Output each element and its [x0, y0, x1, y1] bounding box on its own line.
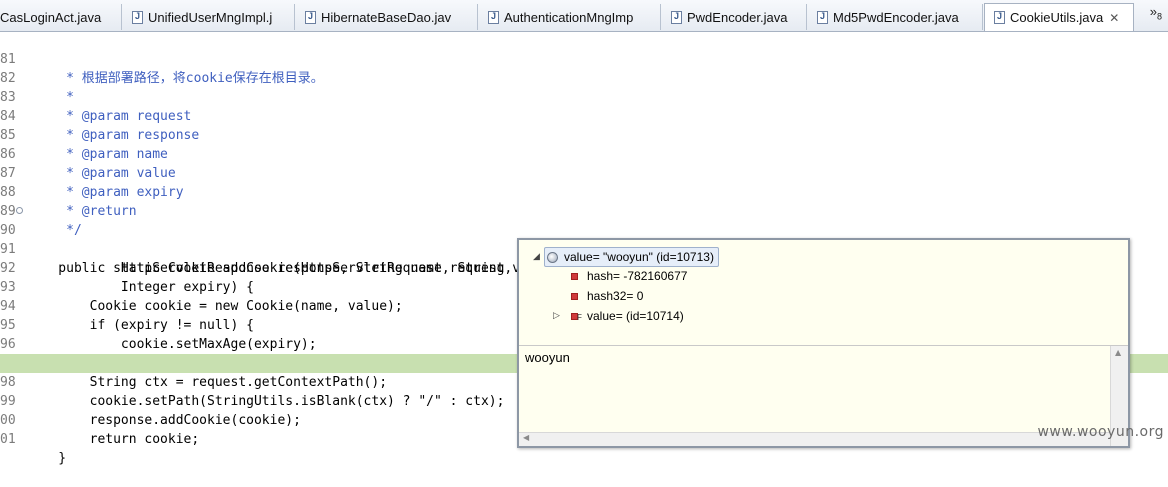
java-file-icon	[994, 11, 1005, 24]
watermark: www.wooyun.org	[1037, 424, 1164, 440]
scroll-up-arrow-icon[interactable]: ▲	[1115, 348, 1121, 357]
java-file-icon	[671, 10, 682, 24]
line-number: 01	[0, 432, 16, 447]
code-line: 85 * @param name	[0, 107, 1168, 162]
tab-label: PwdEncoder.java	[687, 9, 788, 25]
code-line: 84 * @param response	[0, 88, 1168, 143]
tab-label: CasLoginAct.java	[0, 9, 102, 25]
java-file-icon	[488, 10, 499, 24]
fold-toggle-icon[interactable]	[16, 207, 23, 214]
java-file-icon	[305, 10, 316, 24]
java-file-icon	[817, 10, 828, 24]
detail-horizontal-scrollbar[interactable]: ◀	[519, 432, 1110, 446]
code-line: 82 *	[0, 50, 1168, 105]
expand-triangle-icon[interactable]: ▷	[553, 311, 560, 321]
tab-label: HibernateBaseDao.jav	[321, 9, 452, 25]
tab-label: AuthenticationMngImp	[504, 9, 634, 25]
scroll-left-arrow-icon[interactable]: ◀	[523, 433, 529, 442]
tab-label: Md5PwdEncoder.java	[833, 9, 959, 25]
debug-variable-popup[interactable]: ◢ value= "wooyun" (id=10713) hash= -7821…	[517, 238, 1130, 448]
variable-field-value[interactable]: F value= (id=10714)	[571, 307, 684, 325]
tab-unifiedusermngimpl[interactable]: UnifiedUserMngImpl.j	[123, 4, 295, 30]
code-line: 89 */	[0, 183, 1168, 238]
close-icon[interactable]: ✕	[1109, 11, 1119, 25]
code-text: }	[27, 451, 67, 466]
code-line: 86 * @param value	[0, 126, 1168, 181]
tab-label: CookieUtils.java	[1010, 10, 1104, 25]
variable-label: hash32= 0	[587, 289, 644, 303]
variable-root-value[interactable]: value= "wooyun" (id=10713)	[544, 247, 719, 267]
variable-label: hash= -782160677	[587, 269, 688, 283]
private-field-icon	[571, 292, 578, 300]
tab-casloginact[interactable]: CasLoginAct.java	[0, 4, 122, 30]
code-line: 88 * @return	[0, 164, 1168, 219]
tab-overflow-button[interactable]: »8	[1150, 4, 1162, 22]
tab-authenticationmngimp[interactable]: AuthenticationMngImp	[479, 4, 661, 30]
variable-field-hash32[interactable]: hash32= 0	[571, 287, 643, 305]
code-line: 87 * @param expiry	[0, 145, 1168, 200]
code-line: 90 public static Cookie addCookie(HttpSe…	[0, 202, 1168, 276]
tab-md5pwdencoder[interactable]: Md5PwdEncoder.java	[808, 4, 983, 30]
code-line: 81 * 根据部署路径，将cookie保存在根目录。	[0, 31, 1168, 86]
object-icon	[547, 251, 558, 263]
code-line: 83 * @param request	[0, 69, 1168, 124]
variable-field-hash[interactable]: hash= -782160677	[571, 267, 687, 285]
tab-hibernatebasedao[interactable]: HibernateBaseDao.jav	[296, 4, 478, 30]
tab-cookieutils[interactable]: CookieUtils.java ✕	[984, 3, 1134, 31]
variable-label: value= "wooyun" (id=10713)	[564, 250, 714, 264]
collapse-triangle-icon[interactable]: ◢	[533, 252, 540, 262]
variable-tree[interactable]: ◢ value= "wooyun" (id=10713) hash= -7821…	[519, 240, 1128, 346]
variable-detail-pane[interactable]: wooyun	[519, 346, 1110, 432]
hidden-tab-count: 8	[1156, 11, 1162, 22]
editor-tab-bar: CasLoginAct.java UnifiedUserMngImpl.j Hi…	[0, 0, 1168, 32]
code-text: return cookie;	[27, 432, 200, 447]
final-marker: F	[577, 312, 582, 322]
tab-label: UnifiedUserMngImpl.j	[148, 9, 273, 25]
chevron-double-right-icon: »	[1149, 4, 1157, 19]
variable-label: value= (id=10714)	[587, 309, 684, 323]
java-file-icon	[132, 10, 143, 24]
tab-pwdencoder[interactable]: PwdEncoder.java	[662, 4, 807, 30]
private-final-field-icon: F	[571, 312, 582, 322]
private-field-icon	[571, 272, 578, 280]
